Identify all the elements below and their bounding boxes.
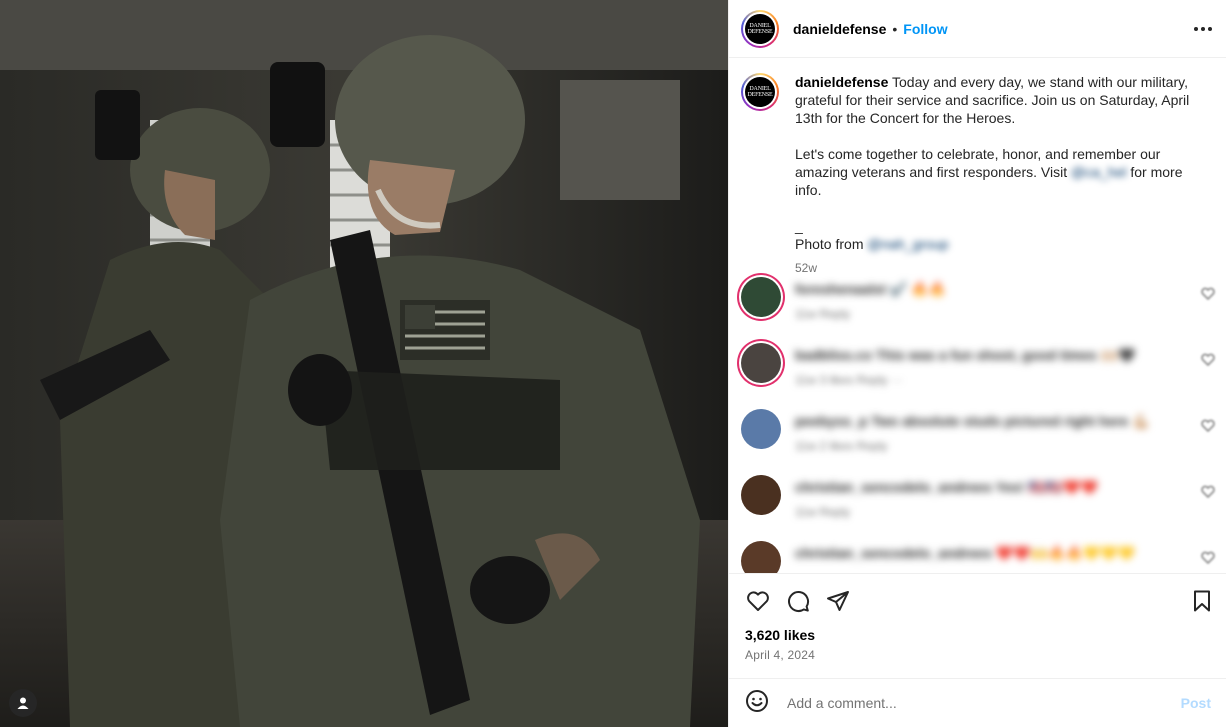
comment-text: foreshenaalst ✔️ 🔥🔥	[795, 281, 947, 297]
caption-time[interactable]: 52w	[795, 259, 1211, 277]
soldiers-photo	[0, 0, 728, 727]
comment-meta[interactable]: 11w Reply	[795, 307, 850, 321]
comment-avatar[interactable]	[741, 409, 781, 449]
comment-text: christian_sencodelo_andrees ❤️❤️🙌🔥🔥💛💛💛	[795, 545, 1136, 561]
post-date[interactable]: April 4, 2024	[745, 648, 815, 662]
comment-row: foreshenaalst ✔️ 🔥🔥 11w Reply	[741, 277, 1215, 333]
comment-avatar[interactable]	[741, 541, 781, 573]
author-username[interactable]: danieldefense	[793, 21, 886, 37]
comment-row: christian_sencodelo_andrees Yes! 🇺🇸🇺🇸❤️❤…	[741, 475, 1215, 531]
bookmark-icon[interactable]	[1189, 588, 1215, 614]
comment-text: christian_sencodelo_andrees Yes! 🇺🇸🇺🇸❤️❤…	[795, 479, 1098, 495]
comment-row: badbliss.co This was a fun shoot, good t…	[741, 343, 1215, 399]
comment-avatar[interactable]	[741, 277, 781, 317]
photo-credit-prefix: Photo from	[795, 236, 864, 252]
separator-dot: •	[892, 20, 898, 37]
author-avatar[interactable]: DANIEL DEFENSE	[741, 9, 779, 48]
likes-count[interactable]: 3,620 likes	[745, 627, 815, 643]
comments-list[interactable]: DANIEL DEFENSE danieldefense Today and e…	[729, 59, 1226, 573]
comment-text: badbliss.co This was a fun shoot, good t…	[795, 347, 1136, 363]
comment-meta[interactable]: 11w 2 likes Reply	[795, 439, 887, 453]
comment-row: christian_sencodelo_andrees ❤️❤️🙌🔥🔥💛💛💛	[741, 541, 1215, 573]
post-button[interactable]: Post	[1181, 695, 1211, 711]
tagged-user-icon[interactable]	[9, 689, 37, 717]
comment-row: peebyss_p Two absolute studs pictured ri…	[741, 409, 1215, 465]
photo-credit-link[interactable]: @nah_group	[867, 236, 948, 252]
heart-icon[interactable]	[745, 588, 771, 614]
more-options-icon[interactable]	[1194, 26, 1212, 31]
post-photo[interactable]	[0, 0, 728, 727]
caption-username[interactable]: danieldefense	[795, 74, 888, 90]
caption-dash: _	[795, 218, 803, 234]
emoji-icon[interactable]	[745, 689, 769, 718]
caption-link[interactable]: @ca_hel	[1071, 164, 1126, 180]
brand-logo: DANIEL DEFENSE	[745, 13, 775, 44]
caption-avatar[interactable]: DANIEL DEFENSE	[741, 73, 779, 111]
post-panel: DANIEL DEFENSE danieldefense • Follow DA…	[728, 0, 1226, 727]
comment-like-icon[interactable]	[1201, 419, 1215, 433]
comment-input[interactable]	[785, 694, 1181, 712]
comment-meta[interactable]: 11w 3 likes Reply ···	[795, 373, 903, 387]
comment-meta[interactable]: 11w Reply	[795, 505, 850, 519]
comment-text: peebyss_p Two absolute studs pictured ri…	[795, 413, 1150, 429]
comment-like-icon[interactable]	[1201, 353, 1215, 367]
comment-composer: Post	[729, 678, 1226, 727]
comment-avatar[interactable]	[741, 475, 781, 515]
comment-like-icon[interactable]	[1201, 551, 1215, 565]
caption: DANIEL DEFENSE danieldefense Today and e…	[741, 73, 1211, 277]
post-header: DANIEL DEFENSE danieldefense • Follow	[729, 0, 1226, 58]
brand-logo: DANIEL DEFENSE	[745, 77, 775, 107]
action-bar	[729, 573, 1226, 627]
comment-like-icon[interactable]	[1201, 287, 1215, 301]
follow-button[interactable]: Follow	[903, 21, 947, 37]
comment-like-icon[interactable]	[1201, 485, 1215, 499]
share-icon[interactable]	[825, 588, 851, 614]
comment-icon[interactable]	[785, 588, 811, 614]
comment-avatar[interactable]	[741, 343, 781, 383]
